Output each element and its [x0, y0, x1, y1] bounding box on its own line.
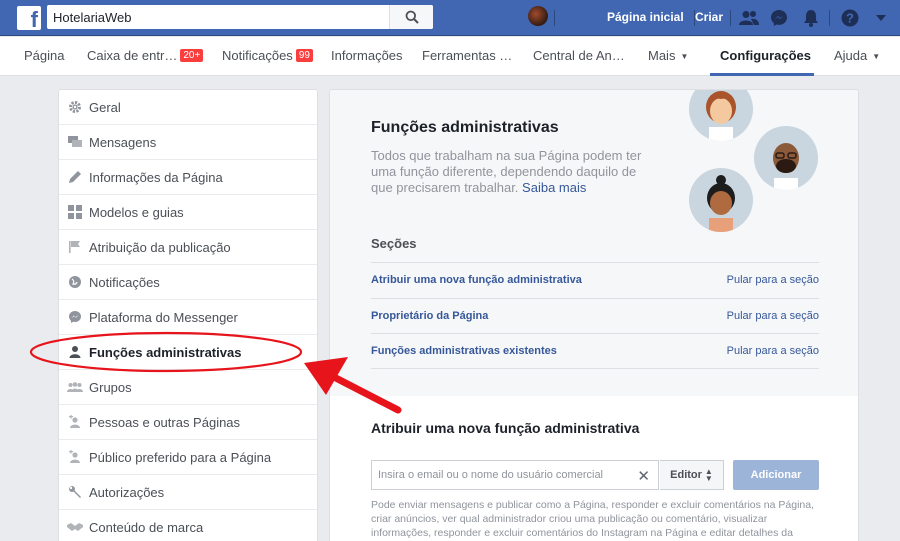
page-home-link[interactable]: Página inicial: [607, 10, 684, 24]
sidebar-item-label: Informações da Página: [89, 169, 223, 185]
tab-more[interactable]: Mais ▼: [648, 48, 688, 63]
friends-icon[interactable]: [738, 7, 760, 29]
sidebar-item-branded-content[interactable]: Conteúdo de marca: [59, 510, 317, 541]
section-row: Funções administrativas existentes Pular…: [371, 333, 819, 369]
tab-ad-center[interactable]: Central de An…: [533, 48, 625, 63]
pencil-icon: [67, 169, 83, 185]
facebook-logo-icon[interactable]: f: [17, 6, 41, 30]
inbox-badge: 20+: [180, 49, 204, 62]
clear-icon[interactable]: ✕: [637, 467, 650, 485]
learn-more-link[interactable]: Saiba mais: [522, 180, 586, 195]
chevron-down-icon: ▼: [872, 52, 881, 61]
tab-publishing-tools[interactable]: Ferramentas …: [422, 48, 512, 63]
search-button[interactable]: [389, 5, 433, 29]
sidebar-item-label: Funções administrativas: [89, 344, 242, 360]
sidebar-item-label: Autorizações: [89, 484, 165, 500]
sidebar-item-label: Notificações: [89, 274, 160, 290]
search-icon: [405, 10, 419, 24]
person-plus-icon: [67, 449, 83, 465]
divider: [554, 10, 555, 26]
divider: [730, 10, 731, 26]
sidebar-item-general[interactable]: Geral: [59, 90, 317, 125]
svg-text:?: ?: [846, 11, 854, 26]
globe-icon: [67, 274, 83, 290]
grid-icon: [67, 204, 83, 220]
sidebar-item-label: Mensagens: [89, 134, 157, 150]
section-row: Atribuir uma nova função administrativa …: [371, 262, 819, 298]
flag-icon: [67, 239, 83, 255]
sidebar-item-messages[interactable]: Mensagens: [59, 125, 317, 160]
sidebar-item-authorizations[interactable]: Autorizações: [59, 475, 317, 510]
gear-icon: [67, 99, 83, 115]
tab-page[interactable]: Página: [24, 48, 64, 63]
sort-arrows-icon: ▲ ▼: [704, 467, 713, 483]
user-search-input[interactable]: [372, 461, 632, 489]
sidebar-item-templates[interactable]: Modelos e guias: [59, 195, 317, 230]
handshake-icon: [67, 519, 83, 535]
tab-help[interactable]: Ajuda ▼: [834, 48, 880, 63]
sidebar-item-notifications[interactable]: Notificações: [59, 265, 317, 300]
jump-to-section-link[interactable]: Pular para a seção: [727, 345, 819, 357]
chevron-down-icon: ▼: [680, 52, 689, 61]
section-link[interactable]: Funções administrativas existentes: [371, 345, 557, 357]
settings-sidebar: Geral Mensagens Informações da Página Mo…: [58, 89, 318, 541]
section-link[interactable]: Proprietário da Página: [371, 310, 488, 322]
person-plus-icon: [67, 414, 83, 430]
notifications-badge: 99: [295, 49, 313, 62]
tab-settings[interactable]: Configurações: [720, 48, 811, 63]
avatar[interactable]: [528, 6, 548, 26]
page-nav: Página Caixa de entr… 20+ Notificações 99 …: [0, 37, 900, 76]
role-help-text: Pode enviar mensagens e publicar como a …: [371, 499, 815, 539]
messages-icon: [67, 134, 83, 150]
sidebar-item-label: Grupos: [89, 379, 132, 395]
account-menu-icon[interactable]: [870, 7, 892, 29]
jump-to-section-link[interactable]: Pular para a seção: [727, 310, 819, 322]
group-icon: [67, 379, 83, 395]
jump-to-section-link[interactable]: Pular para a seção: [727, 274, 819, 286]
sidebar-item-people-and-pages[interactable]: Pessoas e outras Páginas: [59, 405, 317, 440]
add-button[interactable]: Adicionar: [733, 460, 819, 490]
person-icon: [67, 344, 83, 360]
top-bar: f Página inicial Criar ?: [0, 0, 900, 36]
tab-insights[interactable]: Informações: [331, 48, 403, 63]
bell-icon[interactable]: [800, 7, 822, 29]
person-illustration-icon: [689, 168, 753, 232]
divider: [829, 10, 830, 26]
role-select[interactable]: Editor ▲ ▼: [660, 460, 724, 490]
page-roles-panel: Funções administrativas Todos que trabal…: [329, 89, 859, 541]
section-row: Proprietário da Página Pular para a seçã…: [371, 298, 819, 334]
sidebar-item-label: Público preferido para a Página: [89, 449, 272, 465]
help-icon[interactable]: ?: [839, 7, 861, 29]
sidebar-item-label: Geral: [89, 99, 121, 115]
sidebar-item-label: Plataforma do Messenger: [89, 309, 238, 325]
sections-title: Seções: [371, 236, 417, 251]
sidebar-item-label: Atribuição da publicação: [89, 239, 231, 255]
sidebar-item-post-attribution[interactable]: Atribuição da publicação: [59, 230, 317, 265]
sidebar-item-label: Modelos e guias: [89, 204, 184, 220]
messenger-icon: [67, 309, 83, 325]
assign-role-title: Atribuir uma nova função administrativa: [371, 420, 640, 436]
person-illustration-icon: [754, 126, 818, 190]
messenger-icon[interactable]: [768, 7, 790, 29]
search-box: [47, 5, 433, 29]
assign-role-field: ✕: [371, 460, 659, 490]
page-description: Todos que trabalham na sua Página podem …: [371, 148, 642, 195]
sidebar-item-preferred-audience[interactable]: Público preferido para a Página: [59, 440, 317, 475]
search-input[interactable]: [47, 5, 397, 29]
wrench-icon: [67, 484, 83, 500]
section-link[interactable]: Atribuir uma nova função administrativa: [371, 274, 582, 286]
tab-notifications[interactable]: Notificações 99: [222, 48, 313, 63]
sidebar-item-page-roles[interactable]: Funções administrativas: [59, 335, 317, 370]
create-link[interactable]: Criar: [695, 10, 723, 24]
tab-inbox[interactable]: Caixa de entr… 20+: [87, 48, 204, 63]
active-tab-indicator: [710, 73, 814, 76]
role-select-value: Editor: [670, 469, 702, 481]
sidebar-item-messenger-platform[interactable]: Plataforma do Messenger: [59, 300, 317, 335]
sidebar-item-groups[interactable]: Grupos: [59, 370, 317, 405]
sidebar-item-page-info[interactable]: Informações da Página: [59, 160, 317, 195]
sidebar-item-label: Conteúdo de marca: [89, 519, 204, 535]
page-title: Funções administrativas: [371, 119, 559, 136]
sidebar-item-label: Pessoas e outras Páginas: [89, 414, 241, 430]
